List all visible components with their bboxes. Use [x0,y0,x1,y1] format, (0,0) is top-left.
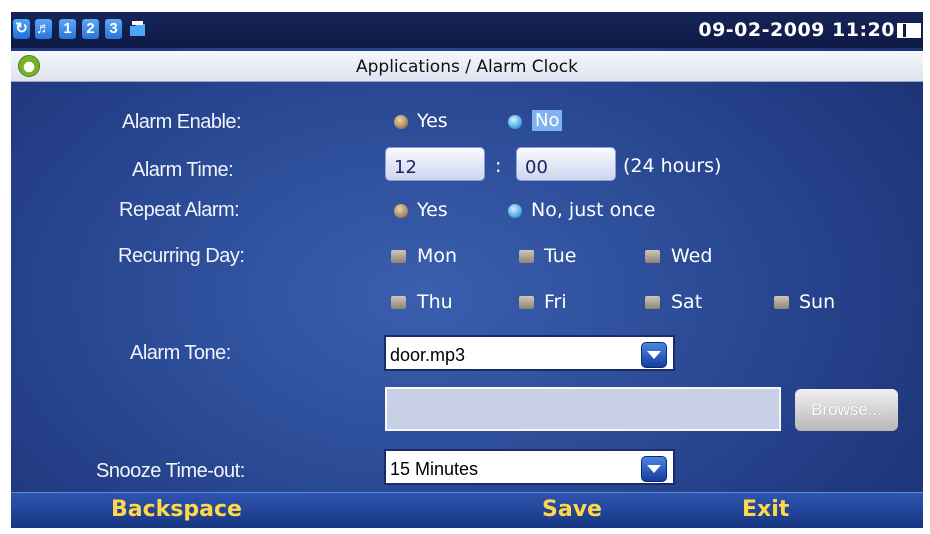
alarm-minute-input[interactable]: 00 [516,147,616,181]
alarm-tone-select[interactable]: door.mp3 [384,335,675,371]
alarm-tone-value: door.mp3 [390,345,466,365]
day-sat-checkbox[interactable] [645,296,660,309]
day-mon-label[interactable]: Mon [417,245,457,267]
repeat-alarm-no-radio[interactable] [508,204,522,218]
alarm-enable-no-radio[interactable] [508,115,522,129]
battery-icon [897,23,921,38]
day-wed-label[interactable]: Wed [671,245,712,267]
day-tue-label[interactable]: Tue [544,245,576,267]
repeat-alarm-no-label[interactable]: No, just once [531,199,655,221]
alarm-enable-label: Alarm Enable: [122,111,242,133]
repeat-alarm-yes-label[interactable]: Yes [417,199,448,221]
line-2-indicator[interactable]: 2 [82,19,99,39]
save-button[interactable]: Save [542,497,602,522]
page-title: Applications / Alarm Clock [356,57,578,77]
status-bar: ↻ ♬ 1 2 3 09-02-2009 11:20 [11,12,923,48]
refresh-icon[interactable]: ↻ [13,19,30,39]
title-bar: Applications / Alarm Clock [11,51,923,82]
line-1-indicator[interactable]: 1 [59,19,76,39]
snooze-timeout-select[interactable]: 15 Minutes [384,449,675,485]
alarm-hour-input[interactable]: 12 [385,147,485,181]
alarm-tone-label: Alarm Tone: [130,342,231,364]
repeat-alarm-label: Repeat Alarm: [119,199,240,221]
day-fri-checkbox[interactable] [519,296,534,309]
date-time: 09-02-2009 11:20 [698,19,895,41]
time-separator: : [495,155,502,177]
day-sun-checkbox[interactable] [774,296,789,309]
softkey-bar: Backspace Save Exit [11,492,923,528]
snooze-timeout-value: 15 Minutes [390,459,479,479]
day-thu-checkbox[interactable] [391,296,406,309]
recurring-day-label: Recurring Day: [118,245,245,267]
day-sat-label[interactable]: Sat [671,291,702,313]
folder-icon[interactable] [129,19,146,39]
day-sun-label[interactable]: Sun [799,291,835,313]
browse-button[interactable]: Browse... [795,389,898,431]
snooze-timeout-label: Snooze Time-out: [96,460,245,482]
exit-button[interactable]: Exit [742,497,789,522]
line-3-indicator[interactable]: 3 [105,19,122,39]
alarm-time-label: Alarm Time: [132,159,234,181]
alarm-enable-no-label[interactable]: No [532,110,563,131]
alarm-enable-yes-radio[interactable] [394,115,408,129]
device-screen: ↻ ♬ 1 2 3 09-02-2009 11:20 Applications … [11,12,923,528]
day-thu-label[interactable]: Thu [417,291,453,313]
volume-icon[interactable]: ♬ [35,19,52,39]
time-format-hint: (24 hours) [623,155,722,177]
chevron-down-icon[interactable] [641,456,667,482]
day-mon-checkbox[interactable] [391,250,406,263]
day-wed-checkbox[interactable] [645,250,660,263]
day-fri-label[interactable]: Fri [544,291,567,313]
repeat-alarm-yes-radio[interactable] [394,204,408,218]
day-tue-checkbox[interactable] [519,250,534,263]
tone-file-path-input[interactable] [385,387,781,431]
backspace-button[interactable]: Backspace [111,497,242,522]
alarm-enable-yes-label[interactable]: Yes [417,110,448,132]
chevron-down-icon[interactable] [641,342,667,368]
